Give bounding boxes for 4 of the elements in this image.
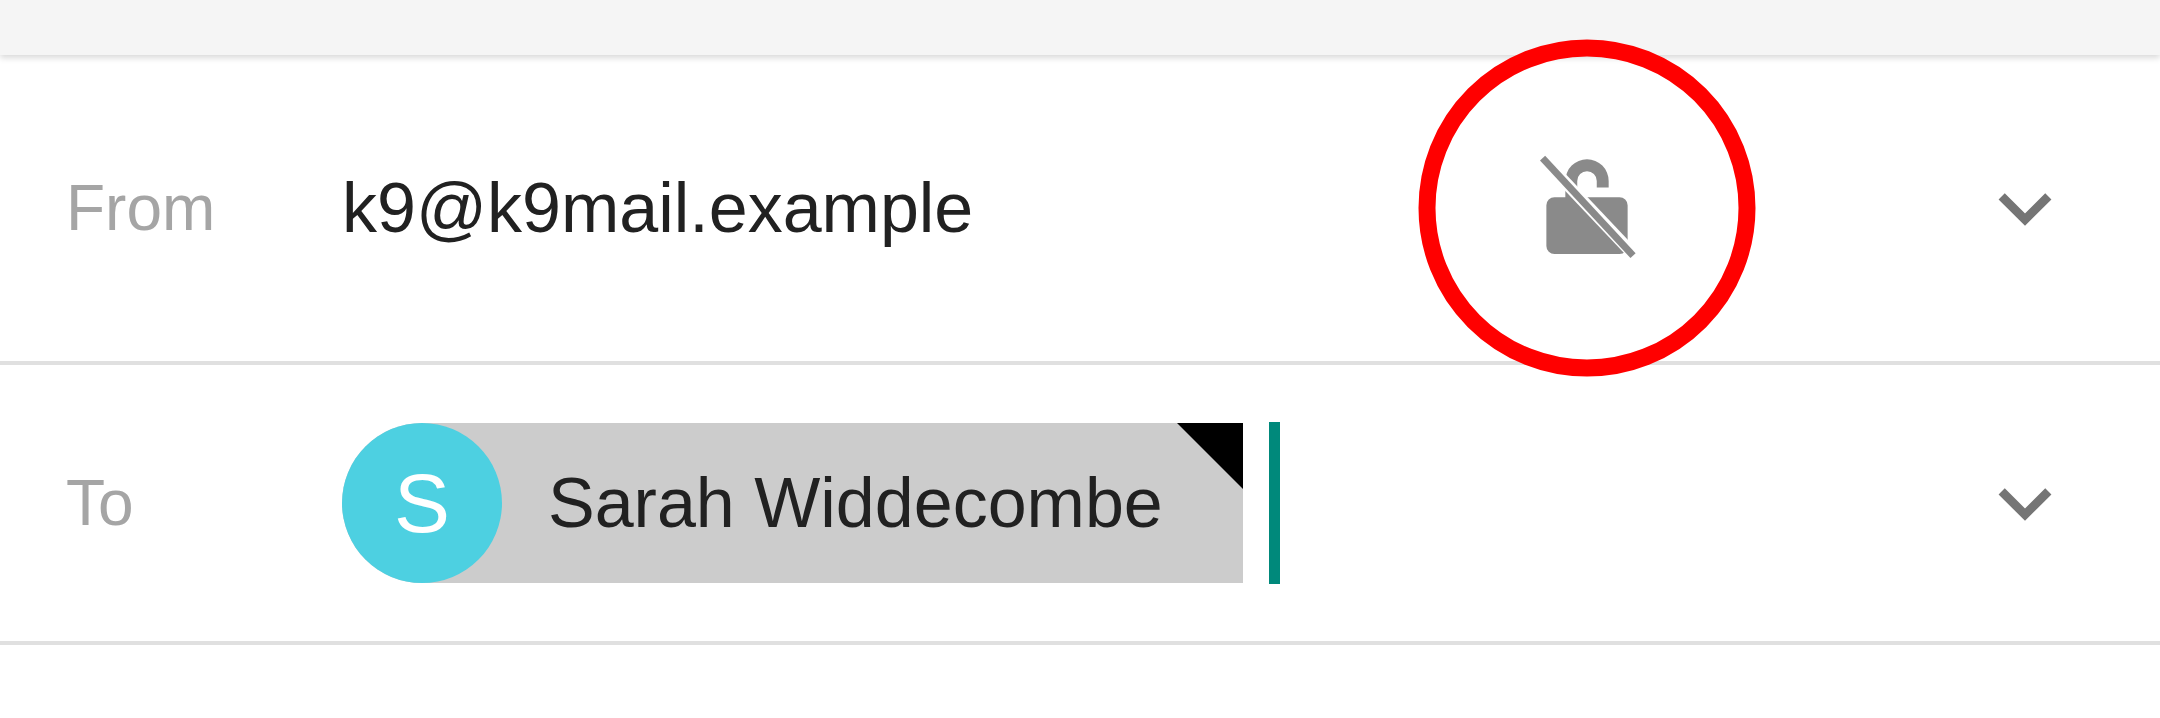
field-label: From bbox=[66, 171, 217, 245]
recipient-chip[interactable]: S Sarah Widdecombe bbox=[342, 423, 1243, 583]
sender-address[interactable]: k9@k9mail.example bbox=[342, 168, 1522, 248]
field-label: To bbox=[66, 466, 135, 540]
